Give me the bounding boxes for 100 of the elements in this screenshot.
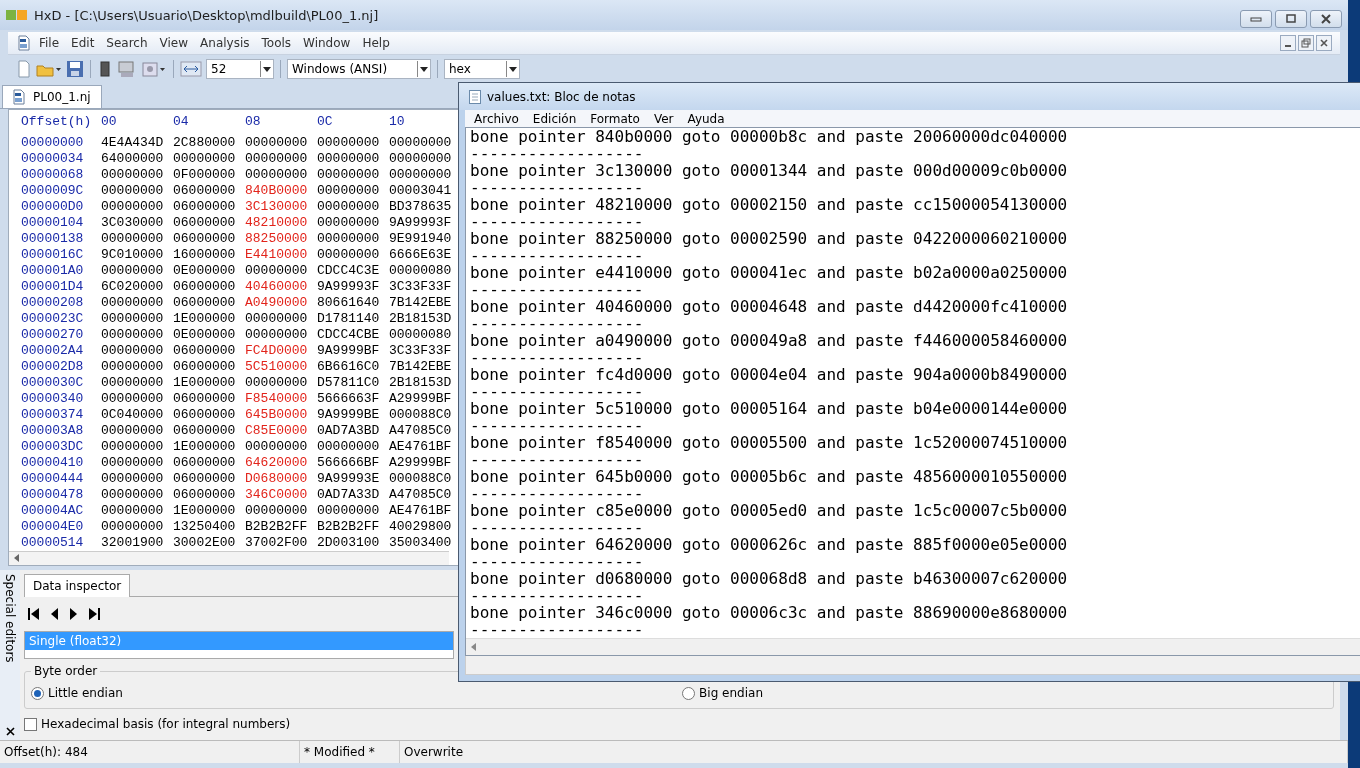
menu-item[interactable]: Tools [256, 36, 297, 50]
offset-label: 00000068 [21, 167, 85, 183]
save-icon[interactable] [66, 60, 84, 78]
hex-cell-text: 00000000 [101, 183, 165, 199]
hex-cell-text: 00000000 [101, 503, 165, 519]
dropdown-arrow-icon[interactable] [509, 66, 517, 72]
offset-label: 000001A0 [21, 263, 85, 279]
horizontal-scrollbar[interactable] [466, 637, 1360, 655]
hex-cell-text: 80661640 [317, 295, 381, 311]
menu-item[interactable]: Ayuda [682, 111, 732, 126]
hex-cell-text: 00000000 [389, 135, 453, 151]
hex-cell-text: 64000000 [101, 151, 165, 167]
hex-cell-text: 06000000 [173, 343, 237, 359]
hex-cell-text: D0680000 [245, 471, 309, 487]
inspector-tab[interactable]: Data inspector [24, 574, 131, 597]
menu-item[interactable]: Edit [66, 36, 100, 50]
hex-cell-text: 7B142EBE [389, 295, 453, 311]
hex-cell-text: CDCC4CBE [317, 327, 381, 343]
bytes-per-row-dropdown[interactable]: 52 [206, 59, 274, 79]
hex-cell-text: 00000000 [245, 167, 309, 183]
hex-cell-text: F8540000 [245, 391, 309, 407]
offset-base-dropdown[interactable]: hex [444, 59, 520, 79]
hex-cell-text: 3C33F33F [389, 279, 453, 295]
hex-cell-text: 00000000 [101, 487, 165, 503]
close-icon[interactable] [5, 727, 15, 736]
scroll-left-icon[interactable] [13, 554, 19, 563]
hex-cell-text: 00000000 [101, 311, 165, 327]
column-header: 04 [173, 113, 190, 129]
menu-item[interactable]: Edición [527, 111, 584, 126]
menu-item[interactable]: Archivo [469, 111, 526, 126]
maximize-icon[interactable] [1285, 14, 1297, 24]
radio-button[interactable] [31, 686, 44, 700]
hex-cell-text: D57811C0 [317, 375, 381, 391]
hex-cell-text: 00000000 [101, 231, 165, 247]
hex-cell-text: 00000000 [101, 359, 165, 375]
hex-cell-text: 00000000 [101, 423, 165, 439]
notepad-icon [469, 89, 481, 105]
hex-cell-text: 00000000 [317, 167, 381, 183]
close-icon[interactable] [1320, 14, 1332, 24]
hex-cell-text: 30002E00 [173, 535, 237, 551]
menu-item[interactable]: Ver [648, 111, 681, 126]
minimize-icon[interactable] [1250, 16, 1262, 22]
scroll-left-icon[interactable] [470, 642, 476, 651]
hex-cell-text: 0E000000 [173, 263, 237, 279]
hex-cell-text: 3C030000 [101, 215, 165, 231]
hex-cell-text: 00000000 [173, 151, 237, 167]
hex-cell-text: 6B6616C0 [317, 359, 381, 375]
offset-label: 00000270 [21, 327, 85, 343]
menu-item[interactable]: Formato [585, 111, 647, 126]
checkbox-label: Hexadecimal basis (for integral numbers) [41, 717, 291, 731]
menu-item[interactable]: View [154, 36, 194, 50]
hex-cell-text: 0AD7A3BD [317, 423, 381, 439]
hex-cell-text: 00000000 [101, 375, 165, 391]
horizontal-scrollbar[interactable] [9, 550, 449, 565]
hex-cell-text: 06000000 [173, 215, 237, 231]
maximize-button[interactable] [1275, 10, 1307, 28]
checkbox[interactable] [24, 717, 37, 731]
radio-label: Little endian [48, 686, 123, 700]
menu-item[interactable]: Help [357, 36, 395, 50]
hex-cell-text: B2B2B2FF [317, 519, 381, 535]
column-header: Offset(h) [21, 113, 93, 129]
previous-icon[interactable] [50, 607, 59, 621]
hex-cell-text: 06000000 [173, 199, 237, 215]
memory-chip-icon[interactable] [97, 60, 113, 78]
offset-label: 0000023C [21, 311, 85, 327]
hex-cell-text: 5C510000 [245, 359, 309, 375]
minimize-button[interactable] [1280, 35, 1296, 51]
hex-cell-text: 9A99993F [317, 279, 381, 295]
menu-item[interactable]: Window [298, 36, 356, 50]
hex-cell-text: 06000000 [173, 183, 237, 199]
hex-cell-text: 88250000 [245, 231, 309, 247]
radio-label: Big endian [699, 686, 763, 700]
menu-item[interactable]: Analysis [195, 36, 255, 50]
menu-item[interactable]: File [34, 36, 65, 50]
close-icon[interactable] [1320, 39, 1328, 47]
dropdown-arrow-icon[interactable] [263, 66, 271, 72]
hex-cell-text: 0C040000 [101, 407, 165, 423]
close-button[interactable] [1316, 35, 1332, 51]
side-panel-tab[interactable]: Special editors [0, 570, 20, 740]
charset-dropdown[interactable]: Windows (ANSI) [287, 59, 431, 79]
hex-cell-text: 00000000 [245, 503, 309, 519]
hex-cell-text: 1E000000 [173, 311, 237, 327]
first-icon[interactable] [28, 607, 40, 621]
hex-cell-text: 00000000 [317, 439, 381, 455]
hex-cell-text: A47085C0 [389, 487, 453, 503]
hex-cell-text: 9A99993E [317, 471, 381, 487]
dropdown-arrow-icon[interactable] [420, 66, 428, 72]
hex-cell-text: 1E000000 [173, 375, 237, 391]
menu-item[interactable]: Search [101, 36, 153, 50]
next-icon[interactable] [69, 607, 78, 621]
status-field: * Modified * [300, 741, 400, 763]
offset-label: 00000514 [21, 535, 85, 551]
hex-cell-text: 06000000 [173, 295, 237, 311]
hex-cell-text: 0AD7A33D [317, 487, 381, 503]
file-tab[interactable]: PL00_1.nj [2, 85, 102, 108]
close-button[interactable] [1310, 10, 1342, 28]
offset-label: 000002D8 [21, 359, 85, 375]
last-icon[interactable] [88, 607, 100, 621]
radio-button[interactable] [682, 686, 696, 700]
offset-label: 00000208 [21, 295, 85, 311]
